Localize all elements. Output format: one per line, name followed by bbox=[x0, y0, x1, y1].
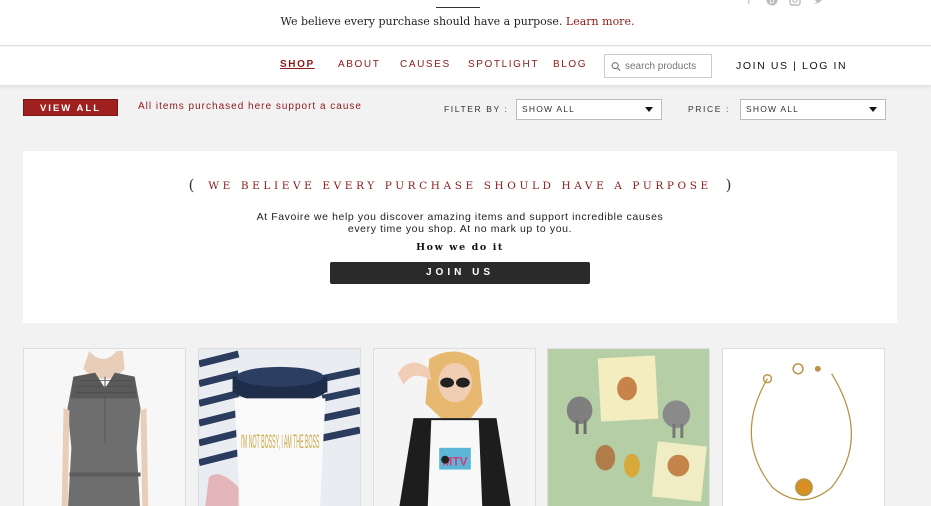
account-links: JOIN US | LOG IN bbox=[736, 60, 847, 72]
open-bracket: ( bbox=[188, 176, 195, 194]
product-card-shirt[interactable]: MTV bbox=[373, 348, 536, 506]
product-card-mug[interactable]: I'M NOT BOSSY, I AM THE BOSS bbox=[198, 348, 361, 506]
join-us-button[interactable]: JOIN US bbox=[330, 262, 590, 284]
banner-description: At Favoire we help you discover amazing … bbox=[23, 211, 897, 235]
search-input[interactable] bbox=[625, 60, 711, 72]
view-all-button[interactable]: VIEW ALL bbox=[23, 99, 118, 116]
join-us-link[interactable]: JOIN US bbox=[736, 60, 789, 72]
pinterest-icon[interactable]: p bbox=[765, 0, 779, 8]
learn-more-link[interactable]: Learn more. bbox=[566, 15, 635, 28]
svg-text:p: p bbox=[769, 0, 774, 5]
filter-by-label: FILTER BY : bbox=[444, 104, 509, 114]
tagline: We believe every purchase should have a … bbox=[0, 15, 915, 28]
all-items-note: All items purchased here support a cause bbox=[138, 101, 362, 112]
top-announcement-bar: f p We believe every purchase should hav… bbox=[0, 0, 931, 46]
nav-spotlight[interactable]: SPOTLIGHT bbox=[468, 59, 539, 70]
close-bracket: ) bbox=[725, 176, 732, 194]
top-divider bbox=[436, 7, 480, 8]
filter-select[interactable]: SHOW ALL bbox=[516, 99, 662, 120]
facebook-icon[interactable]: f bbox=[742, 0, 756, 8]
caret-down-icon bbox=[869, 107, 877, 112]
search-box[interactable] bbox=[604, 54, 712, 78]
price-select[interactable]: SHOW ALL bbox=[740, 99, 886, 120]
magnets-image bbox=[548, 349, 709, 506]
price-label: PRICE : bbox=[688, 104, 730, 114]
bracelet-image bbox=[723, 349, 884, 506]
how-we-do-it-link[interactable]: How we do it bbox=[23, 242, 897, 253]
filter-bar: VIEW ALL All items purchased here suppor… bbox=[0, 96, 931, 124]
account-separator: | bbox=[793, 60, 798, 72]
product-grid: I'M NOT BOSSY, I AM THE BOSS MTV bbox=[23, 348, 903, 506]
instagram-icon[interactable] bbox=[788, 0, 802, 8]
mug-image: I'M NOT BOSSY, I AM THE BOSS bbox=[199, 349, 360, 506]
purpose-banner: ( WE BELIEVE EVERY PURCHASE SHOULD HAVE … bbox=[23, 151, 897, 323]
product-card-dress[interactable] bbox=[23, 348, 186, 506]
main-nav: SHOP ABOUT CAUSES SPOTLIGHT BLOG JOIN US… bbox=[0, 47, 931, 86]
nav-shop[interactable]: SHOP bbox=[280, 59, 315, 70]
log-in-link[interactable]: LOG IN bbox=[802, 60, 847, 72]
filter-select-value: SHOW ALL bbox=[522, 104, 576, 114]
tagline-text: We believe every purchase should have a … bbox=[280, 15, 563, 28]
caret-down-icon bbox=[645, 107, 653, 112]
social-links: f p bbox=[742, 0, 825, 8]
mug-print-text: I'M NOT BOSSY, I AM THE BOSS bbox=[240, 431, 319, 453]
search-icon bbox=[611, 61, 621, 71]
shirt-image: MTV bbox=[374, 349, 535, 506]
banner-description-line-2: every time you shop. At no mark up to yo… bbox=[347, 223, 573, 235]
banner-headline: ( WE BELIEVE EVERY PURCHASE SHOULD HAVE … bbox=[23, 176, 897, 194]
nav-about[interactable]: ABOUT bbox=[338, 59, 380, 70]
twitter-icon[interactable] bbox=[811, 0, 825, 8]
price-select-value: SHOW ALL bbox=[746, 104, 800, 114]
banner-headline-text: WE BELIEVE EVERY PURCHASE SHOULD HAVE A … bbox=[208, 180, 712, 192]
product-card-bracelet[interactable] bbox=[722, 348, 885, 506]
dress-image bbox=[24, 349, 185, 506]
nav-blog[interactable]: BLOG bbox=[553, 59, 587, 70]
nav-causes[interactable]: CAUSES bbox=[400, 59, 451, 70]
product-card-magnets[interactable] bbox=[547, 348, 710, 506]
banner-description-line-1: At Favoire we help you discover amazing … bbox=[256, 211, 664, 223]
